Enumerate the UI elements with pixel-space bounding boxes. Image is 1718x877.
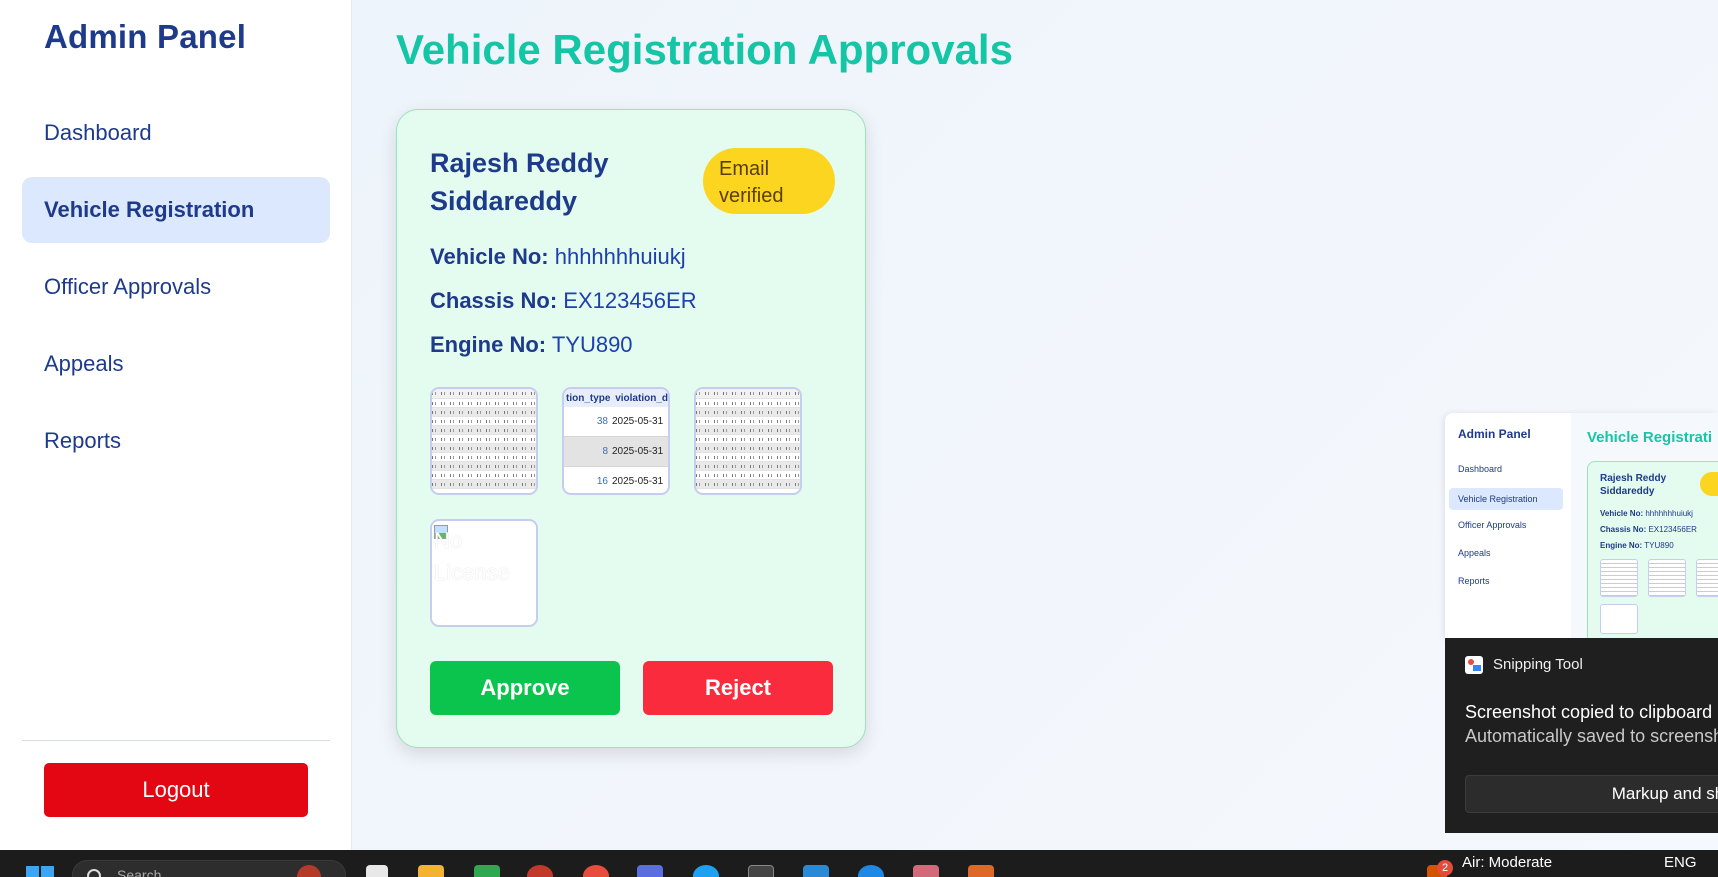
preview-brand: Admin Panel [1458,427,1531,441]
snipping-tool-icon [1465,656,1483,674]
preview-sidebar: Admin Panel Dashboard Vehicle Registrati… [1445,413,1571,638]
chrome-icon[interactable] [583,865,609,877]
preview-field-label: Engine No: [1600,541,1643,550]
snipping-tool-toast[interactable]: Snipping Tool Screenshot copied to clipb… [1445,638,1718,833]
thumbnail-image [696,389,800,493]
preview-field-value: TYU890 [1644,541,1674,550]
applicant-name: Rajesh Reddy Siddareddy [430,148,609,216]
brand-title: Admin Panel [44,18,247,55]
thumbnail-cell: 8 [602,446,608,457]
taskbar-search[interactable]: Search [72,860,346,877]
page-title: Vehicle Registration Approvals [396,26,1013,73]
thumbnail-row: 38 2025-05-31 [564,407,668,437]
markup-and-share-button[interactable]: Markup and sh [1465,775,1718,813]
document-thumbnail[interactable] [430,387,538,495]
preview-field-label: Chassis No: [1600,525,1647,534]
thumbnail-header-cell: violation_d [615,392,668,404]
reject-button[interactable]: Reject [643,661,833,715]
approve-button[interactable]: Approve [430,661,620,715]
preview-field: Engine No: TYU890 [1600,541,1674,550]
thumbnail-cell: 16 [596,476,608,487]
edge-icon[interactable] [693,865,719,877]
sidebar-divider [22,740,330,741]
preview-field: Chassis No: EX123456ER [1600,525,1697,534]
thumbnail-cell: 2025-05-31 [612,476,664,487]
file-explorer-icon[interactable] [418,865,444,877]
search-highlight-icon [297,865,321,877]
preview-field-value: hhhhhhhuiukj [1645,509,1693,518]
toast-app-name: Snipping Tool [1493,656,1583,673]
preview-thumbnail [1600,559,1638,597]
task-view-icon[interactable] [366,865,388,877]
taskbar: Search Air: Moderate ENG [0,850,1718,877]
logout-button[interactable]: Logout [44,763,308,817]
chassis-no-field: Chassis No: EX123456ER [430,288,697,314]
copilot-icon[interactable] [637,865,663,877]
thumbnail-header: tion_type violation_d [564,389,668,407]
app-icon[interactable] [527,865,553,877]
preview-nav-item: Appeals [1458,548,1491,558]
thumbnail-cell: 38 [596,416,608,427]
weather-status[interactable]: Air: Moderate [1462,854,1552,871]
windows-start-icon[interactable] [26,866,54,877]
browser-icon[interactable] [858,865,884,877]
preview-name: Rajesh Reddy Siddareddy [1600,473,1667,497]
screenshot-preview[interactable]: Admin Panel Dashboard Vehicle Registrati… [1445,413,1718,638]
sidebar-item-dashboard[interactable]: Dashboard [22,100,330,166]
preview-thumbnail [1600,604,1638,634]
thumbnail-cell: 2025-05-31 [612,416,664,427]
weather-notification-badge: 2 [1437,860,1453,876]
vehicle-no-label: Vehicle No: [430,244,549,269]
thumbnail-header-cell: tion_type [566,392,611,404]
preview-field-label: Vehicle No: [1600,509,1644,518]
store-icon[interactable] [803,865,829,877]
preview-field: Vehicle No: hhhhhhhuiukj [1600,509,1693,518]
thumbnail-image [432,389,536,493]
thumbnail-cell: 2025-05-31 [612,446,664,457]
toast-title: Screenshot copied to clipboard [1465,702,1713,722]
document-thumbnail[interactable] [694,387,802,495]
preview-thumbnail [1696,559,1718,597]
pycharm-icon[interactable] [474,865,500,877]
registration-card: Rajesh Reddy Siddareddy Email verified V… [396,109,866,748]
app-icon[interactable] [968,865,994,877]
preview-nav-item: Reports [1458,576,1490,586]
language-indicator[interactable]: ENG [1664,854,1697,871]
sidebar-item-reports[interactable]: Reports [22,408,330,474]
preview-field-value: EX123456ER [1648,525,1697,534]
preview-title: Vehicle Registrati [1587,429,1713,446]
taskbar-search-placeholder: Search [117,867,162,877]
chassis-no-label: Chassis No: [430,288,558,313]
terminal-icon[interactable] [748,865,774,877]
engine-no-label: Engine No: [430,332,547,357]
engine-no-field: Engine No: TYU890 [430,332,633,358]
paint-icon[interactable] [913,865,939,877]
chassis-no-value: EX123456ER [563,288,697,313]
preview-nav-item: Vehicle Registration [1449,488,1563,510]
preview-card: Rajesh Reddy Siddareddy Vehicle No: hhhh… [1587,461,1718,638]
toast-subtitle: Automatically saved to screensho [1465,726,1718,746]
document-thumbnail[interactable]: tion_type violation_d 38 2025-05-31 8 20… [562,387,670,495]
license-image[interactable]: No License [430,519,538,627]
thumbnail-row: 16 2025-05-31 [564,467,668,493]
preview-nav-item: Dashboard [1458,464,1503,474]
sidebar-item-vehicle-registration[interactable]: Vehicle Registration [22,177,330,243]
preview-badge [1700,472,1718,496]
thumbnail-row: 8 2025-05-31 [564,437,668,467]
engine-no-value: TYU890 [551,332,633,357]
vehicle-no-field: Vehicle No: hhhhhhhuiukj [430,244,686,270]
sidebar-item-officer-approvals[interactable]: Officer Approvals [22,254,330,320]
status-badge: Email verified [703,148,835,214]
sidebar-nav: Dashboard Vehicle Registration Officer A… [22,100,330,485]
preview-thumbnail [1648,559,1686,597]
vehicle-no-value: hhhhhhhuiukj [554,244,686,269]
preview-nav-item: Officer Approvals [1458,520,1527,530]
sidebar: Admin Panel Dashboard Vehicle Registrati… [0,0,352,850]
sidebar-item-appeals[interactable]: Appeals [22,331,330,397]
search-icon [87,869,101,877]
license-alt-text: No License [434,528,510,585]
